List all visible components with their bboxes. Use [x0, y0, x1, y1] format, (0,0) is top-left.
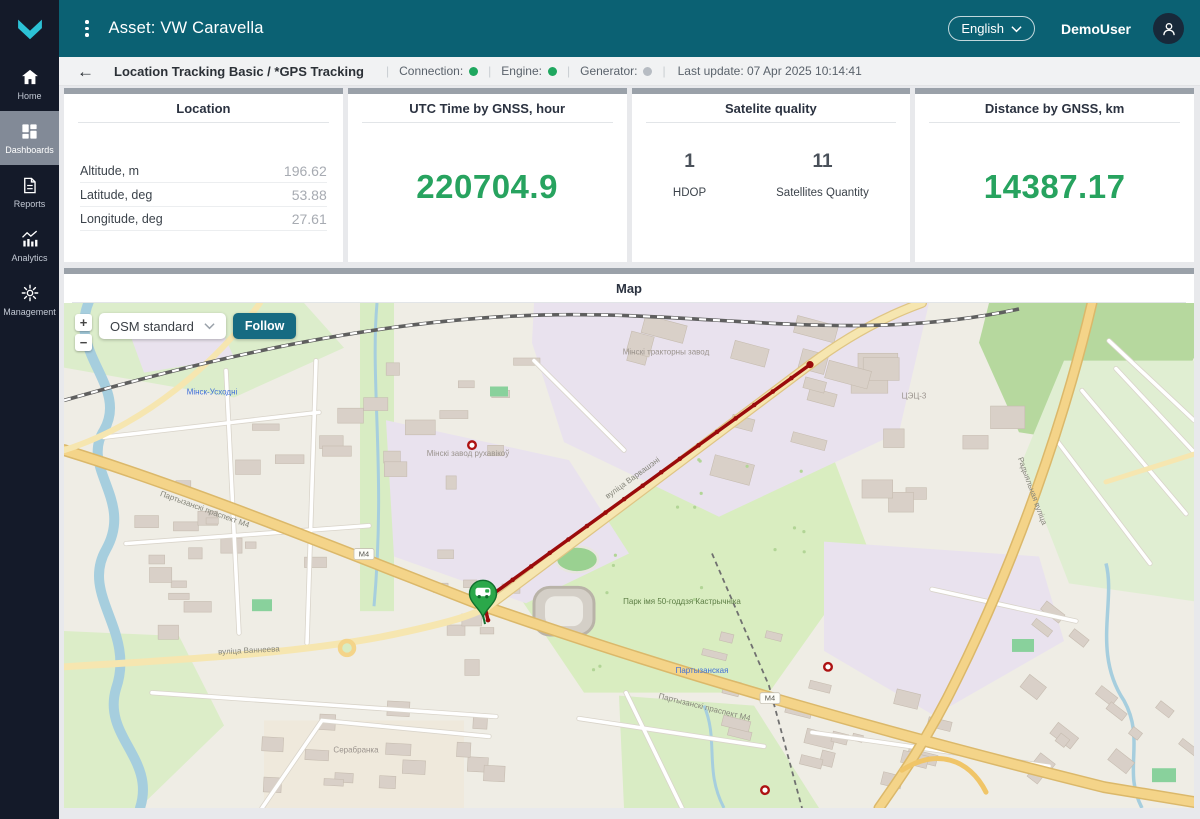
breadcrumb: Location Tracking Basic / *GPS Tracking: [114, 63, 364, 79]
top-bar: Asset: VW Caravella English DemoUser: [59, 0, 1200, 57]
widget-satellite-quality: Satelite quality 1 HDOP 11 Satellites Qu…: [631, 88, 911, 262]
utc-time-value: 220704.9: [416, 167, 558, 205]
gear-icon: [21, 284, 38, 302]
zoom-out-button[interactable]: −: [75, 334, 92, 351]
sidebar-item-label: Home: [17, 91, 42, 101]
map-controls: + − OSM standard Follow: [75, 313, 297, 351]
page-title: Asset: VW Caravella: [108, 19, 264, 37]
svg-text:Мінск-Усходні: Мінск-Усходні: [187, 387, 238, 396]
analytics-chart-icon: [21, 230, 37, 247]
svg-text:Мінскі тракторны завод: Мінскі тракторны завод: [623, 348, 710, 357]
widgets-row: Location Altitude, m 196.62 Latitude, de…: [64, 88, 1194, 262]
back-arrow-button[interactable]: ←: [77, 63, 94, 80]
logo-chevron-icon: [17, 19, 42, 39]
sidebar-item-dashboards[interactable]: Dashboards: [0, 111, 59, 165]
location-table: Altitude, m 196.62 Latitude, deg 53.88 L…: [80, 159, 327, 231]
follow-button[interactable]: Follow: [232, 313, 297, 339]
sidebar-item-label: Analytics: [11, 253, 48, 263]
widget-map: Map Партызанскі праспект М4 Партызанскі …: [64, 268, 1194, 808]
connection-status-dot: [469, 66, 479, 76]
map-area[interactable]: Партызанскі праспект М4 Партызанскі прасп…: [64, 303, 1194, 808]
sidebar-item-management[interactable]: Management: [0, 273, 59, 327]
distance-value: 14387.17: [983, 167, 1126, 205]
language-selector[interactable]: English: [948, 16, 1035, 41]
map-zoom-controls: + −: [75, 314, 92, 351]
dashboards-icon: [22, 123, 37, 139]
widget-distance: Distance by GNSS, km 14387.17: [915, 88, 1194, 262]
username: DemoUser: [1060, 20, 1131, 37]
breadcrumb-bar: ← Location Tracking Basic / *GPS Trackin…: [59, 57, 1200, 86]
table-row: Longitude, deg 27.61: [80, 207, 327, 231]
satellite-stats: 1 HDOP 11 Satellites Quantity: [632, 123, 911, 262]
home-icon: [21, 69, 38, 85]
last-update: Last update: 07 Apr 2025 10:14:41: [677, 64, 862, 78]
report-document-icon: [24, 177, 36, 193]
map-layer-selector[interactable]: OSM standard: [99, 313, 226, 339]
user-avatar[interactable]: [1153, 13, 1184, 44]
sidebar-item-reports[interactable]: Reports: [0, 165, 59, 219]
sidebar-item-label: Dashboards: [5, 144, 54, 155]
sidebar-item-label: Reports: [13, 198, 46, 209]
map-layer-label: OSM standard: [110, 318, 194, 334]
generator-status-dot: [643, 66, 653, 76]
sidebar-item-label: Management: [3, 307, 56, 317]
sidebar-item-home[interactable]: Home: [0, 57, 59, 111]
svg-text:Партызанская: Партызанская: [676, 666, 729, 675]
svg-text:М4: М4: [765, 694, 775, 703]
svg-text:Серабранка: Серабранка: [333, 745, 379, 754]
language-label: English: [961, 21, 1004, 36]
status-generator: Generator:: [580, 64, 653, 78]
chevron-down-icon: [1011, 25, 1022, 32]
status-connection: Connection:: [399, 64, 479, 78]
table-row: Altitude, m 196.62: [80, 159, 327, 183]
sidebar-nav: Home Dashboards Reports Analytics Manage…: [0, 57, 59, 327]
widget-title: UTC Time by GNSS, hour: [409, 101, 566, 116]
widget-utc-time: UTC Time by GNSS, hour 220704.9: [347, 88, 627, 262]
dashboard-content: Location Altitude, m 196.62 Latitude, de…: [59, 86, 1200, 819]
svg-text:М4: М4: [359, 550, 369, 559]
svg-text:Мінскі завод рухавікоў: Мінскі завод рухавікоў: [427, 449, 510, 458]
svg-text:Парк імя 50-годдзя Кастрычніка: Парк імя 50-годдзя Кастрычніка: [623, 597, 741, 606]
sidebar: Home Dashboards Reports Analytics Manage…: [0, 0, 59, 819]
svg-text:ЦЭЦ-3: ЦЭЦ-3: [902, 391, 927, 400]
widget-title: Satelite quality: [725, 101, 817, 116]
chevron-down-icon: [204, 323, 215, 330]
widget-title: Map: [616, 281, 642, 296]
app-logo[interactable]: [0, 0, 59, 57]
zoom-in-button[interactable]: +: [75, 314, 92, 331]
map-canvas[interactable]: Партызанскі праспект М4Партызанскі прасп…: [64, 303, 1194, 808]
engine-status-dot: [547, 66, 557, 76]
stat-hdop: 1 HDOP: [672, 151, 707, 199]
widget-title: Location: [176, 101, 231, 116]
widget-location: Location Altitude, m 196.62 Latitude, de…: [64, 88, 343, 262]
stat-satellites: 11 Satellites Quantity: [776, 151, 869, 199]
sidebar-item-analytics[interactable]: Analytics: [0, 219, 59, 273]
status-engine: Engine:: [501, 64, 557, 78]
widget-title: Distance by GNSS, km: [984, 101, 1125, 116]
table-row: Latitude, deg 53.88: [80, 183, 327, 207]
person-icon: [1162, 22, 1175, 35]
menu-kebab-icon[interactable]: [81, 15, 93, 42]
